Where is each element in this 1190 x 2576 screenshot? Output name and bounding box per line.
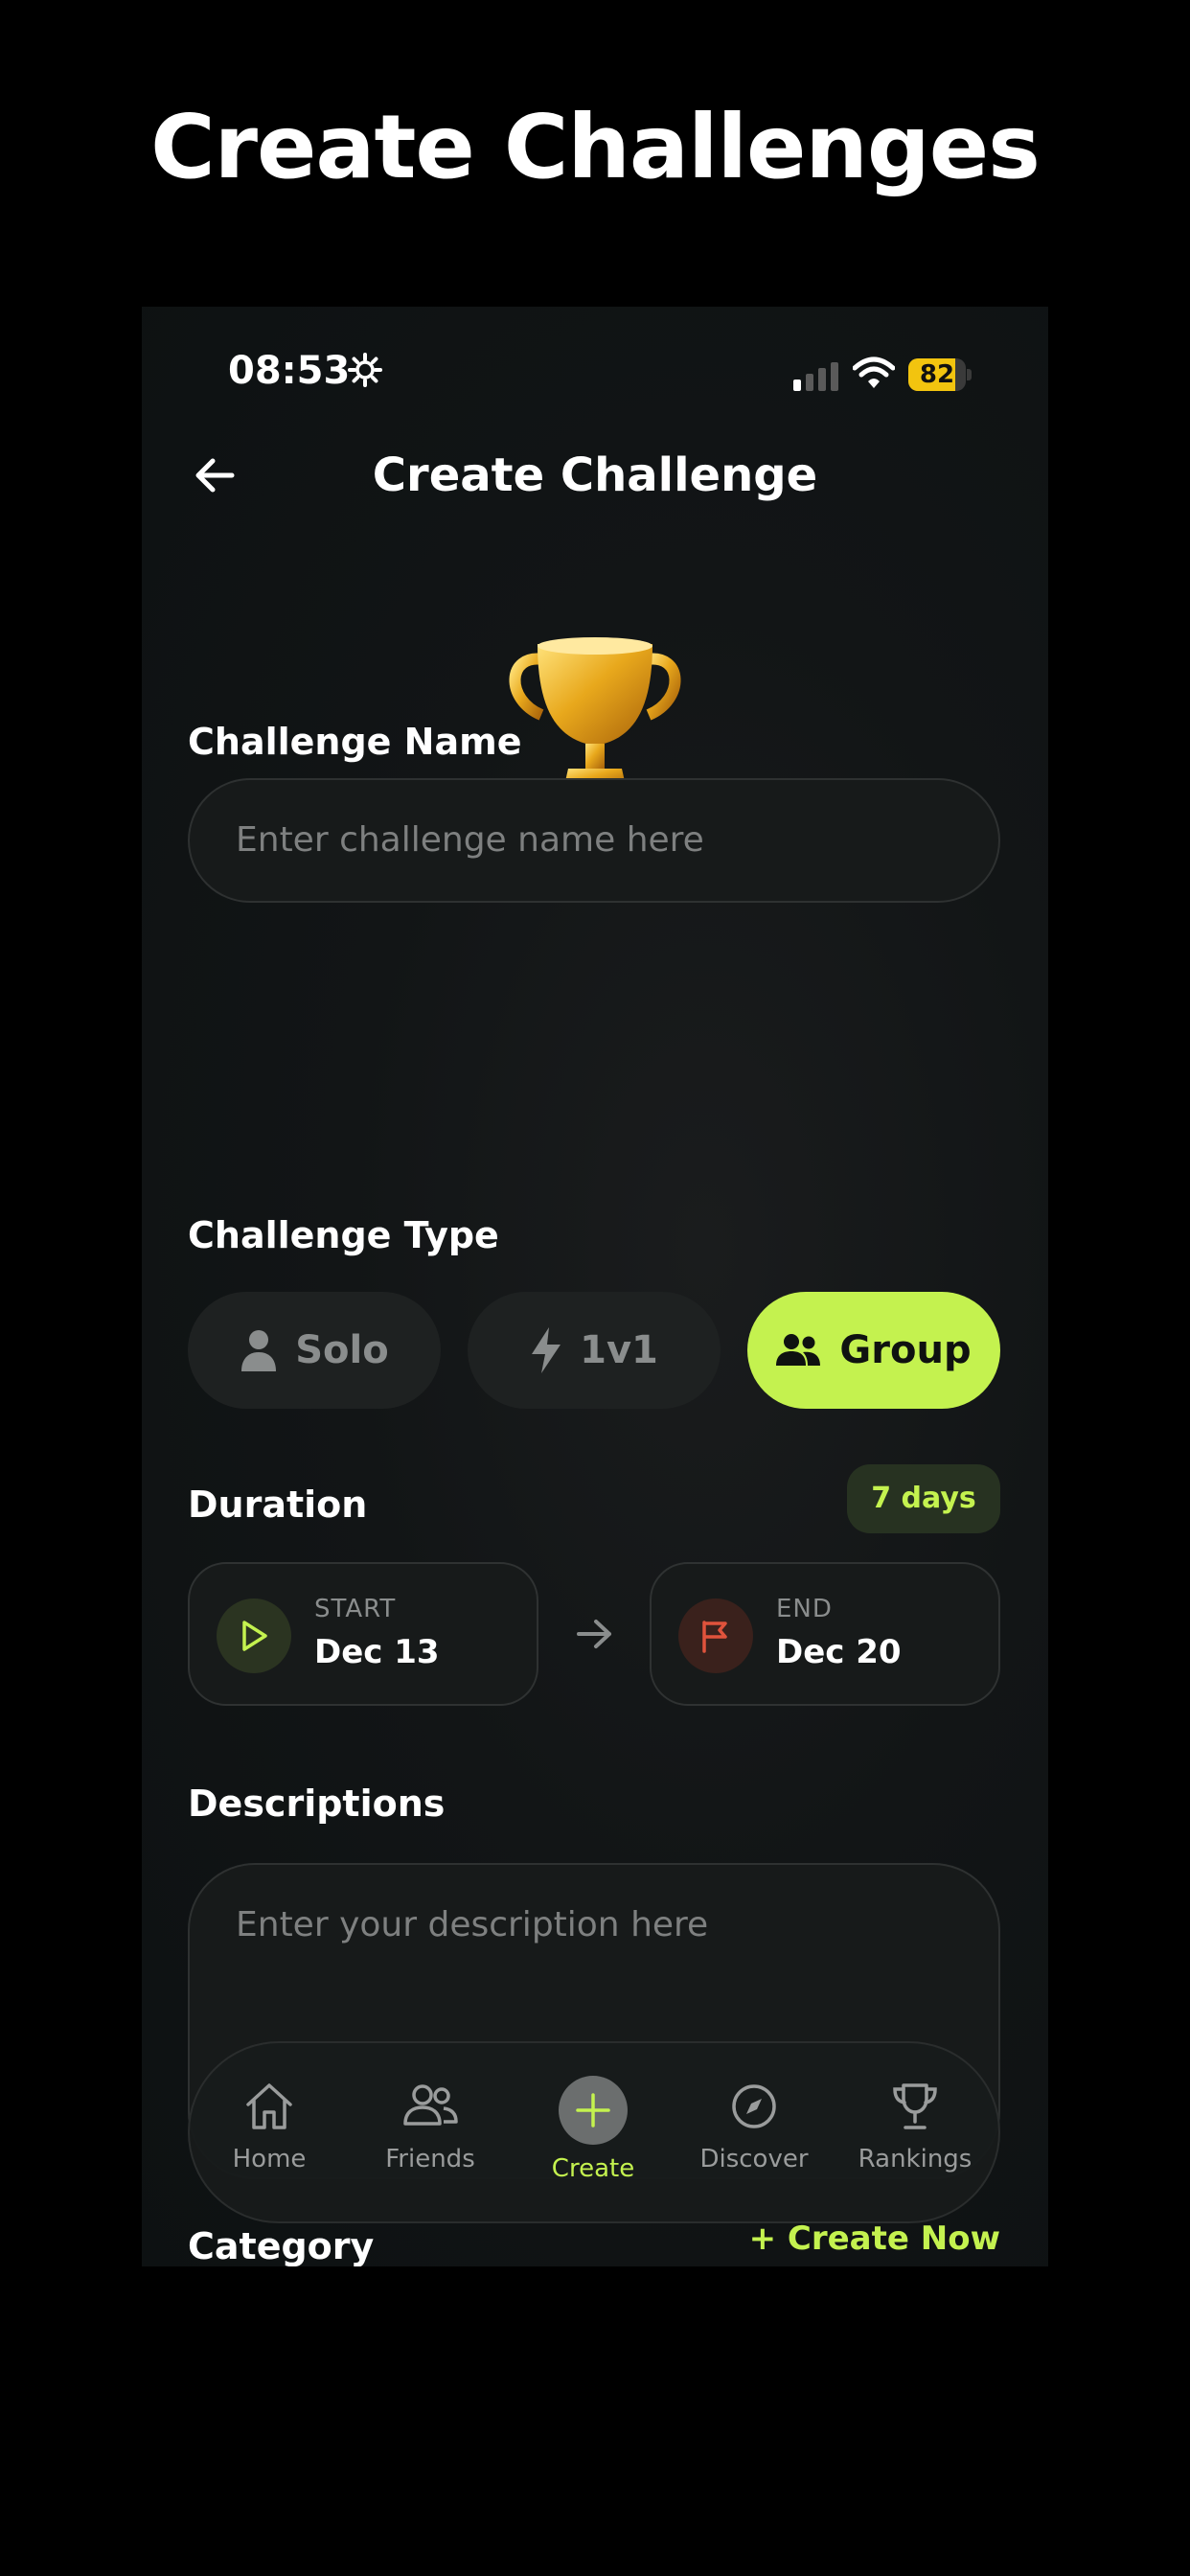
phone-screen: 08:53 82 Create Challenge Challenge Name… xyxy=(142,307,1048,2266)
promo-title: Create Challenges xyxy=(150,96,1041,198)
type-1v1-button[interactable]: 1v1 xyxy=(468,1292,721,1409)
nav-friends[interactable]: Friends xyxy=(358,2082,502,2174)
nav-create[interactable]: Create xyxy=(521,2076,665,2183)
challenge-type-label: Challenge Type xyxy=(188,1214,499,1256)
nav-home-label: Home xyxy=(232,2145,307,2174)
flag-icon xyxy=(702,1621,727,1653)
type-group-button[interactable]: Group xyxy=(747,1292,1000,1409)
start-date-card[interactable]: START Dec 13 xyxy=(188,1562,538,1706)
battery-level: 82 xyxy=(919,360,955,389)
challenge-name-input[interactable]: Enter challenge name here xyxy=(188,778,1000,903)
nav-rankings-label: Rankings xyxy=(858,2145,973,2174)
status-time: 08:53 xyxy=(228,349,351,393)
type-solo-label: Solo xyxy=(295,1328,389,1372)
nav-home[interactable]: Home xyxy=(197,2082,341,2174)
plus-icon xyxy=(576,2093,610,2128)
trophy-outline-icon xyxy=(893,2083,937,2129)
type-group-label: Group xyxy=(839,1328,972,1372)
nav-friends-label: Friends xyxy=(385,2145,475,2174)
duration-label: Duration xyxy=(188,1484,368,1526)
home-icon xyxy=(246,2083,292,2129)
compass-icon xyxy=(732,2084,776,2128)
status-bar: 08:53 82 xyxy=(142,307,1048,431)
category-label: Category xyxy=(188,2225,375,2266)
create-category-link[interactable]: + Create Now xyxy=(749,2220,1000,2258)
nav-rankings[interactable]: Rankings xyxy=(843,2082,987,2174)
start-date-value: Dec 13 xyxy=(314,1633,440,1671)
type-1v1-label: 1v1 xyxy=(580,1328,658,1372)
battery-indicator: 82 xyxy=(908,358,972,391)
bottom-nav-bar: Home Friends Create Discover Rankings xyxy=(188,2041,1000,2223)
nav-create-label: Create xyxy=(551,2154,635,2183)
challenge-name-label: Challenge Name xyxy=(188,721,522,763)
group-icon xyxy=(776,1334,821,1366)
duration-days-badge: 7 days xyxy=(847,1464,1000,1533)
create-button-circle xyxy=(559,2076,628,2145)
lightning-icon xyxy=(532,1327,561,1373)
end-date-label: END xyxy=(776,1595,833,1623)
type-solo-button[interactable]: Solo xyxy=(188,1292,441,1409)
page-title: Create Challenge xyxy=(372,448,818,502)
settings-gear-icon xyxy=(348,353,382,387)
end-date-card[interactable]: END Dec 20 xyxy=(650,1562,1000,1706)
nav-discover[interactable]: Discover xyxy=(682,2082,826,2174)
start-icon-circle xyxy=(217,1598,291,1673)
start-date-label: START xyxy=(314,1595,397,1623)
descriptions-label: Descriptions xyxy=(188,1782,446,1825)
nav-discover-label: Discover xyxy=(699,2145,809,2174)
person-icon xyxy=(241,1330,277,1371)
end-date-value: Dec 20 xyxy=(776,1633,902,1671)
friends-icon xyxy=(403,2084,458,2126)
end-icon-circle xyxy=(678,1598,753,1673)
arrow-right-icon xyxy=(577,1620,611,1648)
wifi-icon xyxy=(853,356,895,388)
play-icon xyxy=(242,1621,267,1651)
signal-icon xyxy=(793,362,838,391)
